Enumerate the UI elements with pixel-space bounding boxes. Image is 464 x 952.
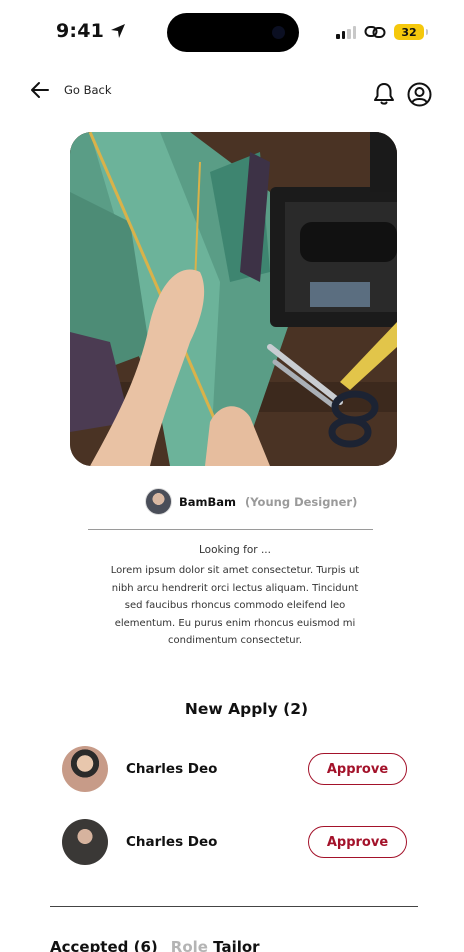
link-icon — [364, 26, 386, 38]
divider — [50, 906, 418, 907]
author-name: BamBam — [179, 494, 237, 509]
location-arrow-icon — [111, 24, 126, 38]
applicant-name: Charles Deo — [126, 761, 218, 777]
applicant-avatar[interactable] — [62, 746, 108, 792]
go-back-button[interactable]: Go Back — [30, 80, 112, 100]
new-apply-title: New Apply (2) — [184, 700, 309, 718]
dynamic-island — [167, 13, 299, 52]
looking-for-label: Looking for ... — [199, 544, 271, 556]
go-back-label: Go Back — [64, 83, 112, 97]
battery-icon: 32 — [394, 24, 428, 40]
author-role: (Young Designer) — [245, 494, 358, 509]
bell-icon[interactable] — [373, 82, 395, 106]
status-time: 9:41 — [56, 20, 126, 42]
approve-button[interactable]: Approve — [308, 753, 407, 785]
author-avatar — [145, 488, 172, 515]
applicant-name: Charles Deo — [126, 834, 218, 850]
status-indicators: 32 — [336, 24, 428, 40]
arrow-left-icon — [31, 82, 49, 98]
applicant-row: Charles Deo Approve — [62, 745, 407, 793]
role-label: Role — [170, 938, 208, 952]
applicant-avatar[interactable] — [62, 819, 108, 865]
accepted-label[interactable]: Accepted (6) — [50, 938, 158, 952]
post-author[interactable]: BamBam (Young Designer) — [145, 488, 357, 515]
battery-level: 32 — [401, 25, 417, 39]
role-value: Tailor — [213, 938, 260, 952]
camera-icon — [272, 26, 285, 39]
post-image — [70, 132, 397, 466]
divider — [88, 529, 373, 530]
applicant-row: Charles Deo Approve — [62, 818, 407, 866]
accepted-row: Accepted (6) Role Tailor — [50, 938, 260, 952]
user-circle-icon[interactable] — [407, 82, 432, 107]
status-time-text: 9:41 — [56, 20, 105, 42]
approve-button[interactable]: Approve — [308, 826, 407, 858]
post-description: Lorem ipsum dolor sit amet consectetur. … — [110, 565, 360, 646]
signal-icon — [336, 25, 356, 39]
